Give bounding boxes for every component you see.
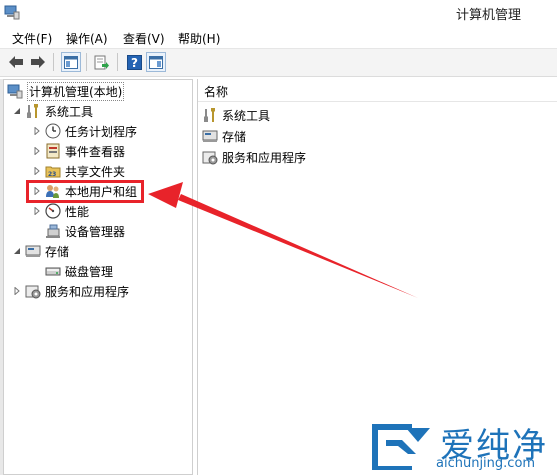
toolbar-separator xyxy=(53,53,54,71)
column-header-name[interactable]: 名称 xyxy=(198,79,557,102)
computer-management-icon xyxy=(4,5,20,20)
shared-folder-icon: 23 xyxy=(45,166,61,178)
performance-gauge-icon xyxy=(45,203,61,219)
list-item-label: 服务和应用程序 xyxy=(222,150,307,165)
column-header-label: 名称 xyxy=(204,85,229,99)
help-button[interactable]: ? xyxy=(124,52,144,72)
list-item-label: 存储 xyxy=(222,129,247,144)
title-bar: 计算机管理 xyxy=(0,0,557,26)
back-button[interactable] xyxy=(6,52,26,72)
services-icon xyxy=(202,151,218,165)
watermark-logo-icon xyxy=(372,424,430,470)
show-hide-action-pane-button[interactable] xyxy=(146,52,166,72)
list-item-label: 系统工具 xyxy=(222,108,271,123)
tree-item-device-manager[interactable]: 设备管理器 xyxy=(45,221,125,241)
watermark-url: aichunjing.com xyxy=(436,456,536,471)
help-icon: ? xyxy=(126,54,142,70)
tree-item-performance[interactable]: 性能 xyxy=(32,201,89,221)
storage-icon xyxy=(25,245,41,257)
tools-icon xyxy=(27,104,38,118)
back-arrow-icon xyxy=(9,56,23,68)
menu-action[interactable]: 操作(A) xyxy=(66,30,108,47)
tree-item-label: 系统工具 xyxy=(45,104,94,119)
collapse-icon[interactable] xyxy=(12,246,22,256)
expand-icon[interactable] xyxy=(32,126,42,136)
device-manager-icon xyxy=(46,224,60,238)
toolbar: ? xyxy=(0,48,557,77)
clock-icon xyxy=(45,123,61,139)
tree-item-system-tools[interactable]: 系统工具 xyxy=(12,101,93,121)
window-title: 计算机管理 xyxy=(456,8,522,23)
tree-item-services-applications[interactable]: 服务和应用程序 xyxy=(12,281,129,301)
menu-bar: 文件(F) 操作(A) 查看(V) 帮助(H) xyxy=(0,27,557,47)
menu-help[interactable]: 帮助(H) xyxy=(178,30,220,47)
event-viewer-icon xyxy=(46,143,60,159)
forward-button[interactable] xyxy=(28,52,48,72)
expand-icon[interactable] xyxy=(32,166,42,176)
properties-pane-icon xyxy=(149,55,163,69)
tree-item-label: 设备管理器 xyxy=(65,224,126,239)
collapse-icon[interactable] xyxy=(12,106,22,116)
tree-item-label: 磁盘管理 xyxy=(65,264,114,279)
tree-item-shared-folders[interactable]: 23 共享文件夹 xyxy=(32,161,125,181)
tree-item-task-scheduler[interactable]: 任务计划程序 xyxy=(32,121,137,141)
console-tree: 计算机管理(本地) 系统工具 任务计划程序 事件查看器 23 共享文件夹 本地用… xyxy=(3,79,193,475)
tools-icon xyxy=(204,108,215,122)
tree-item-label: 计算机管理(本地) xyxy=(27,81,125,101)
toolbar-separator xyxy=(117,53,118,71)
expand-icon[interactable] xyxy=(32,186,42,196)
svg-text:23: 23 xyxy=(48,171,56,178)
details-pane: 名称 系统工具 存储 服务和应用程序 xyxy=(197,79,557,475)
tree-item-label: 服务和应用程序 xyxy=(45,284,130,299)
menu-view[interactable]: 查看(V) xyxy=(123,30,165,47)
storage-icon xyxy=(202,130,218,142)
export-list-button[interactable] xyxy=(92,52,112,72)
tree-item-label: 性能 xyxy=(65,204,90,219)
tree-item-label: 任务计划程序 xyxy=(65,124,138,139)
svg-text:?: ? xyxy=(131,56,138,70)
expand-icon[interactable] xyxy=(32,206,42,216)
expand-icon[interactable] xyxy=(12,286,22,296)
show-console-tree-icon xyxy=(64,55,78,69)
tree-item-label: 本地用户和组 xyxy=(65,184,138,199)
tree-item-disk-management[interactable]: 磁盘管理 xyxy=(45,261,113,281)
tree-item-local-users-groups[interactable]: 本地用户和组 xyxy=(32,181,137,201)
expand-icon[interactable] xyxy=(32,146,42,156)
show-hide-console-tree-button[interactable] xyxy=(61,52,81,72)
list-item[interactable]: 系统工具 xyxy=(202,105,270,125)
export-list-icon xyxy=(94,55,109,69)
watermark: 爱纯净 aichunjing.com xyxy=(364,418,554,474)
toolbar-separator xyxy=(86,53,87,71)
services-icon xyxy=(25,285,41,299)
forward-arrow-icon xyxy=(31,56,45,68)
tree-item-label: 存储 xyxy=(45,244,70,259)
tree-item-event-viewer[interactable]: 事件查看器 xyxy=(32,141,125,161)
menu-file[interactable]: 文件(F) xyxy=(12,30,52,47)
disk-icon xyxy=(45,267,61,276)
users-icon xyxy=(46,185,59,198)
tree-item-computer-management[interactable]: 计算机管理(本地) xyxy=(7,81,125,101)
tree-item-label: 事件查看器 xyxy=(65,144,126,159)
tree-item-storage[interactable]: 存储 xyxy=(12,241,69,261)
list-item[interactable]: 存储 xyxy=(202,126,246,146)
tree-item-label: 共享文件夹 xyxy=(65,164,126,179)
computer-management-icon xyxy=(7,84,23,99)
list-item[interactable]: 服务和应用程序 xyxy=(202,147,306,167)
